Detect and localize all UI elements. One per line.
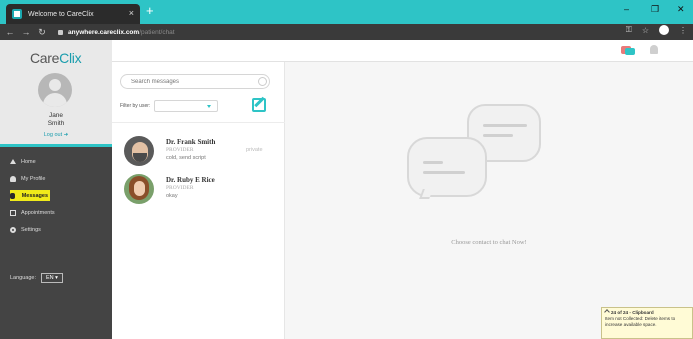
chevron-down-icon: [207, 105, 212, 108]
browser-tab[interactable]: Welcome to CareClix ×: [6, 4, 140, 24]
new-tab-button[interactable]: +: [146, 4, 154, 18]
filter-label: Filter by user:: [120, 103, 151, 109]
clipboard-notification[interactable]: 24 of 24 - Clipboard Item not Collected:…: [601, 307, 693, 339]
sidebar-item-my-profile[interactable]: My Profile: [10, 173, 55, 184]
account-icon[interactable]: [659, 25, 669, 35]
tab-title: Welcome to CareClix: [28, 10, 94, 18]
sidebar-nav: Home My Profile Messages Appointments Se…: [10, 156, 55, 241]
contact-name: Dr. Ruby E Rice: [166, 176, 215, 184]
close-window-button[interactable]: ✕: [677, 4, 685, 15]
app-window: Welcome to CareClix × + – ❐ ✕ ← → ↻ anyw…: [0, 0, 693, 339]
menu-dots-icon[interactable]: ⋮: [679, 26, 687, 35]
contact-name: Dr. Frank Smith: [166, 138, 216, 146]
language-selector: Language: EN ▾: [10, 273, 63, 283]
sidebar-accent-bar: [0, 144, 112, 147]
maximize-button[interactable]: ❐: [651, 4, 659, 15]
compose-message-button[interactable]: [252, 98, 266, 112]
key-icon[interactable]: ⚿: [626, 25, 632, 35]
contact-item[interactable]: Dr. Frank Smith PROVIDER cold, send scri…: [124, 136, 282, 168]
top-header: [112, 40, 693, 62]
careclix-logo[interactable]: CareClix: [30, 50, 82, 66]
filter-user-select[interactable]: [154, 100, 219, 112]
contact-tag: private: [246, 147, 263, 153]
search-icon[interactable]: [258, 77, 267, 86]
back-icon[interactable]: ←: [4, 27, 16, 37]
contact-last-message: okay: [166, 193, 178, 199]
contact-avatar: [124, 136, 154, 166]
notification-bell-icon[interactable]: [650, 45, 658, 54]
sidebar-item-home[interactable]: Home: [10, 156, 55, 167]
search-input[interactable]: [120, 74, 270, 89]
home-icon: [10, 159, 16, 164]
minimize-button[interactable]: –: [624, 4, 629, 14]
chat-bubble-front-icon: [407, 137, 487, 199]
profile-card: CareClix Jane Smith Log out ➜: [0, 40, 112, 144]
bookmark-star-icon[interactable]: ☆: [642, 26, 649, 35]
address-bar: ← → ↻ anywhere.careclix.com /patient/cha…: [0, 24, 693, 40]
calendar-icon: [10, 209, 16, 216]
url-field[interactable]: anywhere.careclix.com /patient/chat: [58, 29, 175, 36]
forward-icon[interactable]: →: [20, 27, 32, 37]
language-dropdown[interactable]: EN ▾: [41, 273, 63, 283]
contact-role: PROVIDER: [166, 147, 194, 153]
browser-actions: ⚿ ☆ ⋮: [626, 25, 687, 35]
sidebar-item-settings[interactable]: Settings: [10, 224, 55, 235]
chat-area: Choose contact to chat Now!: [285, 62, 693, 339]
clipboard-title: 24 of 24 - Clipboard: [611, 310, 654, 315]
language-label: Language:: [10, 275, 36, 281]
divider: [112, 122, 285, 123]
logout-link[interactable]: Log out ➜: [0, 132, 112, 138]
contact-item[interactable]: Dr. Ruby E Rice PROVIDER okay: [124, 174, 282, 206]
contact-avatar: [124, 174, 154, 204]
user-avatar: [38, 73, 72, 107]
person-icon: [10, 175, 16, 182]
tab-close-icon[interactable]: ×: [129, 8, 134, 18]
chat-icon: [10, 192, 15, 199]
empty-chat-text: Choose contact to chat Now!: [451, 239, 527, 246]
sidebar-item-appointments[interactable]: Appointments: [10, 207, 55, 218]
clipboard-message: Item not Collected: Delete items to incr…: [605, 316, 676, 327]
url-host: anywhere.careclix.com: [68, 28, 140, 36]
messages-icon[interactable]: [621, 44, 635, 55]
sidebar-item-messages[interactable]: Messages: [10, 190, 50, 201]
browser-tab-strip: Welcome to CareClix × + – ❐ ✕: [0, 0, 693, 24]
careclix-favicon-icon: [12, 9, 22, 19]
contacts-panel: Filter by user: Dr. Frank Smith PROVIDER…: [112, 62, 285, 339]
contact-role: PROVIDER: [166, 185, 194, 191]
url-path: /patient/chat: [139, 28, 175, 36]
lock-icon: [58, 29, 63, 35]
user-name: Jane Smith: [47, 112, 65, 127]
chevron-up-icon[interactable]: [604, 309, 610, 315]
sidebar: CareClix Jane Smith Log out ➜ Home My Pr…: [0, 40, 112, 339]
contact-last-message: cold, send script: [166, 155, 206, 161]
reload-icon[interactable]: ↻: [36, 27, 48, 38]
gear-icon: [10, 226, 16, 233]
filter-row: Filter by user:: [120, 100, 219, 112]
